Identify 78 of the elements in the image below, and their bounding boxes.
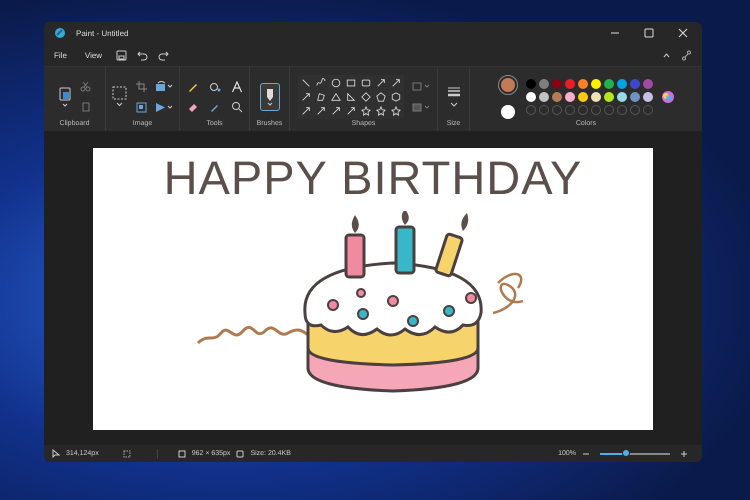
oval-shape-icon[interactable]: [330, 78, 340, 88]
paste-icon[interactable]: [58, 86, 72, 108]
color-swatch[interactable]: [578, 92, 588, 102]
fill-bucket-icon[interactable]: [208, 80, 220, 92]
color-swatch[interactable]: [590, 92, 600, 102]
color-swatch[interactable]: [604, 92, 614, 102]
secondary-color-swatch[interactable]: [500, 104, 514, 118]
color-swatch[interactable]: [630, 92, 640, 102]
color-swatch[interactable]: [552, 92, 562, 102]
pointer-icon: [52, 449, 60, 458]
color-swatch[interactable]: [564, 78, 574, 88]
brush-button[interactable]: [260, 82, 280, 110]
right-triangle-shape-icon[interactable]: [346, 92, 356, 102]
share-icon[interactable]: [681, 50, 692, 60]
primary-color-swatch[interactable]: [500, 78, 514, 92]
save-icon[interactable]: [116, 50, 128, 60]
arrow-shape-icon[interactable]: [300, 92, 310, 102]
cut-icon[interactable]: [80, 80, 91, 92]
rectangle-shape-icon[interactable]: [346, 78, 356, 88]
copy-icon[interactable]: [80, 102, 91, 112]
selection-size-icon: [122, 450, 131, 458]
canvas-text: HAPPY BIRTHDAY: [164, 154, 582, 201]
rotate-icon[interactable]: [155, 80, 173, 92]
color-swatch[interactable]: [616, 78, 626, 88]
star-shape-icon[interactable]: [390, 106, 400, 116]
star-shape-icon[interactable]: [376, 106, 386, 116]
color-swatch[interactable]: [526, 78, 536, 88]
curve-shape-icon[interactable]: [316, 78, 326, 88]
line-size-icon[interactable]: [446, 84, 460, 108]
color-swatch[interactable]: [552, 78, 562, 88]
pentagon-shape-icon[interactable]: [376, 92, 386, 102]
flip-icon[interactable]: [155, 102, 173, 112]
color-swatch[interactable]: [538, 92, 548, 102]
select-icon[interactable]: [112, 86, 128, 108]
arrow-shape-icon[interactable]: [346, 106, 356, 116]
star-shape-icon[interactable]: [360, 106, 370, 116]
line-shape-icon[interactable]: [300, 78, 310, 88]
app-icon: [54, 27, 66, 39]
color-swatch[interactable]: [616, 92, 626, 102]
color-wheel-icon[interactable]: [660, 90, 674, 104]
window-title: Paint - Untitled: [76, 28, 128, 38]
redo-icon[interactable]: [158, 50, 170, 60]
outline-icon[interactable]: [412, 80, 430, 92]
zoom-in-icon[interactable]: [680, 450, 688, 458]
color-swatch[interactable]: [526, 92, 536, 102]
undo-icon[interactable]: [137, 50, 148, 60]
color-swatch[interactable]: [578, 78, 588, 88]
polygon-shape-icon[interactable]: [316, 92, 326, 102]
color-swatch[interactable]: [538, 78, 548, 88]
color-swatch[interactable]: [642, 78, 652, 88]
color-swatch[interactable]: [630, 78, 640, 88]
brush-icon: [264, 86, 274, 106]
hexagon-shape-icon[interactable]: [390, 92, 400, 102]
color-swatch[interactable]: [590, 78, 600, 88]
arrow-shape-icon[interactable]: [330, 106, 340, 116]
triangle-shape-icon[interactable]: [330, 92, 340, 102]
menu-item[interactable]: View: [80, 48, 106, 62]
color-swatch[interactable]: [642, 92, 652, 102]
resize-icon[interactable]: [136, 102, 147, 112]
maximize-icon[interactable]: [644, 28, 654, 38]
drawing-canvas[interactable]: HAPPY BIRTHDAY: [93, 148, 653, 430]
arrow-shape-icon[interactable]: [390, 78, 400, 88]
collapse-icon[interactable]: [662, 50, 671, 60]
canvas-size-icon: [178, 450, 186, 458]
rounded-rectangle-shape-icon[interactable]: [360, 78, 370, 88]
text-icon[interactable]: [230, 80, 242, 92]
color-swatch[interactable]: [564, 92, 574, 102]
fill-icon[interactable]: [412, 102, 430, 112]
diamond-shape-icon[interactable]: [360, 92, 370, 102]
color-swatch[interactable]: [604, 78, 614, 88]
arrow-shape-icon[interactable]: [316, 106, 326, 116]
crop-icon[interactable]: [136, 80, 147, 92]
close-icon[interactable]: [678, 28, 688, 38]
arrow-shape-icon[interactable]: [376, 78, 386, 88]
menu-item[interactable]: File: [50, 48, 71, 62]
magnifier-icon[interactable]: [230, 100, 242, 112]
file-icon: [236, 450, 244, 458]
arrow-shape-icon[interactable]: [300, 106, 310, 116]
